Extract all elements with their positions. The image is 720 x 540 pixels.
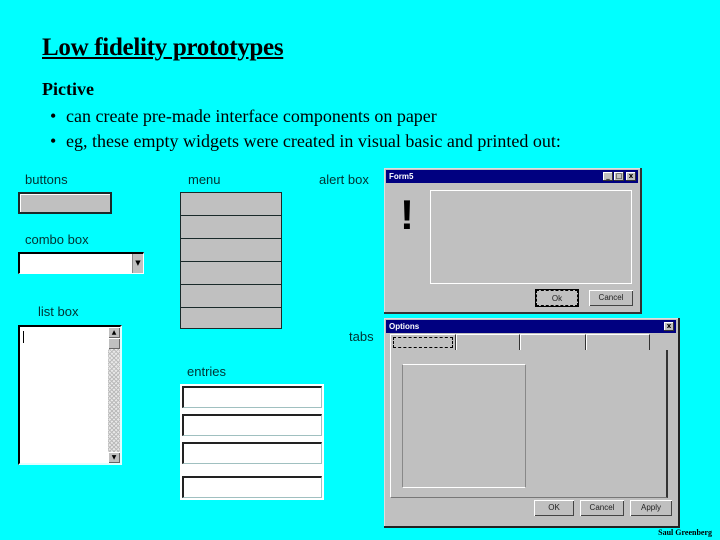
bullet-text: eg, these empty widgets were created in …: [66, 131, 561, 151]
list-box[interactable]: ▲ ▼: [18, 325, 122, 465]
list-box-label: list box: [38, 304, 79, 319]
tab[interactable]: [456, 334, 520, 350]
entries-label: entries: [187, 364, 227, 379]
alert-box-label: alert box: [319, 172, 369, 187]
entry-field[interactable]: [182, 442, 322, 464]
bullet-icon: •: [50, 106, 57, 126]
menu-item[interactable]: [181, 216, 281, 239]
scroll-up-icon[interactable]: ▲: [108, 327, 120, 338]
slide-title: Low fidelity prototypes: [42, 34, 284, 61]
ok-button[interactable]: Ok: [536, 290, 578, 306]
dropdown-arrow-icon[interactable]: ▼: [132, 254, 143, 273]
menu-item[interactable]: [181, 193, 281, 216]
scroll-down-icon[interactable]: ▼: [108, 452, 120, 463]
minimize-icon[interactable]: _: [603, 172, 613, 181]
entry-field[interactable]: [182, 476, 322, 498]
maximize-icon[interactable]: □: [614, 172, 624, 181]
buttons-label: buttons: [25, 172, 68, 187]
menu-item[interactable]: [181, 308, 281, 332]
entry-field[interactable]: [182, 386, 322, 408]
alert-titlebar[interactable]: Form5 _ □ x: [386, 170, 638, 183]
tabs-label: tabs: [349, 329, 374, 344]
tab[interactable]: [586, 334, 650, 350]
bullet-item: • can create pre-made interface component…: [50, 106, 437, 127]
bullet-item: • eg, these empty widgets were created in…: [50, 131, 561, 152]
apply-button[interactable]: Apply: [630, 500, 672, 516]
tabs-window-title: Options: [389, 322, 420, 331]
slide-subtitle: Pictive: [42, 79, 94, 99]
bullet-text: can create pre-made interface components…: [66, 106, 437, 126]
tab[interactable]: [520, 334, 586, 350]
ok-button[interactable]: OK: [534, 500, 574, 516]
text-caret: [23, 331, 24, 343]
cancel-button[interactable]: Cancel: [589, 290, 633, 306]
bullet-icon: •: [50, 131, 57, 151]
close-icon[interactable]: x: [664, 322, 674, 331]
menu-label: menu: [188, 172, 221, 187]
tab[interactable]: [390, 334, 456, 350]
menu-item[interactable]: [181, 262, 281, 285]
combo-box-label: combo box: [25, 232, 89, 247]
frame: [402, 364, 526, 488]
entries-group: [180, 384, 324, 500]
menu-item[interactable]: [181, 285, 281, 308]
menu-item[interactable]: [181, 239, 281, 262]
alert-window: Form5 _ □ x ! Ok Cancel: [384, 168, 642, 314]
close-icon[interactable]: x: [626, 172, 636, 181]
entry-field[interactable]: [182, 414, 322, 436]
blank-button[interactable]: [18, 192, 112, 214]
menu: [180, 192, 282, 329]
scroll-thumb[interactable]: [108, 338, 120, 349]
tabs-window: Options x OK Cancel Apply: [384, 318, 680, 528]
list-box-scrollbar[interactable]: ▲ ▼: [108, 327, 120, 463]
alert-window-title: Form5: [389, 172, 414, 181]
alert-message-panel: [430, 190, 632, 284]
footer-credit: Saul Greenberg: [658, 528, 712, 537]
combo-box[interactable]: ▼: [18, 252, 144, 274]
tabs-titlebar[interactable]: Options x: [386, 320, 676, 333]
exclamation-icon: !: [400, 191, 414, 238]
cancel-button[interactable]: Cancel: [580, 500, 624, 516]
